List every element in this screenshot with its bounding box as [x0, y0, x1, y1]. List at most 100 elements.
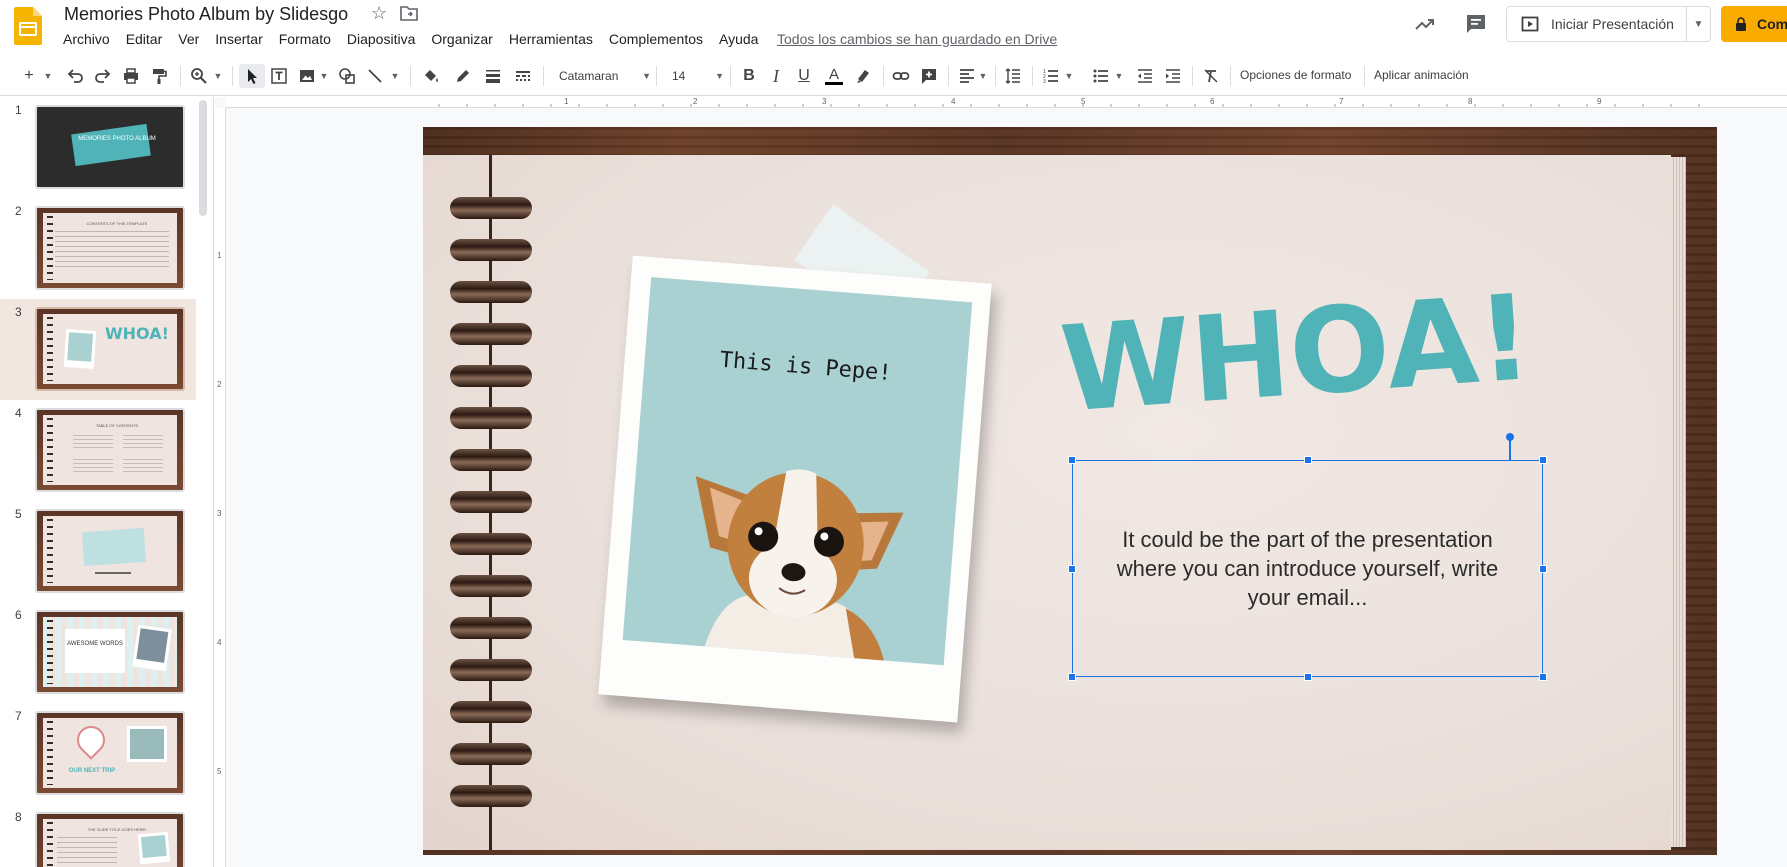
- slide-number: 4: [15, 406, 22, 420]
- new-slide-dropdown-icon[interactable]: ▼: [42, 64, 54, 88]
- bulleted-list-icon[interactable]: [1090, 64, 1112, 88]
- star-icon[interactable]: ☆: [371, 3, 387, 24]
- ruler-label: 1: [217, 251, 222, 260]
- slide-thumbnail-2[interactable]: 2 CONTENTS OF THIS TEMPLATE: [0, 198, 196, 299]
- line-icon[interactable]: [364, 64, 386, 88]
- slide-thumbnail-4[interactable]: 4 TABLE OF CONTENTS: [0, 400, 196, 501]
- clear-formatting-icon[interactable]: [1200, 64, 1222, 88]
- resize-handle-ne[interactable]: [1539, 456, 1547, 464]
- slide-thumbnail-3[interactable]: 3 WHOA!: [0, 299, 196, 400]
- activity-trend-icon[interactable]: [1413, 12, 1437, 36]
- resize-handle-e[interactable]: [1539, 565, 1547, 573]
- line-dropdown-icon[interactable]: ▼: [390, 64, 400, 88]
- numbered-list-icon[interactable]: 123: [1040, 64, 1062, 88]
- present-icon: [1521, 16, 1539, 32]
- underline-icon[interactable]: U: [793, 64, 815, 88]
- paint-format-icon[interactable]: [148, 64, 170, 88]
- slide-thumbnail-7[interactable]: 7 OUR NEXT TRIP: [0, 703, 196, 804]
- border-weight-icon[interactable]: [482, 64, 504, 88]
- italic-icon[interactable]: I: [765, 64, 787, 88]
- move-to-folder-icon[interactable]: [400, 5, 418, 21]
- border-dash-icon[interactable]: [512, 64, 534, 88]
- align-dropdown-icon[interactable]: ▼: [978, 64, 988, 88]
- document-title[interactable]: Memories Photo Album by Slidesgo: [64, 4, 348, 25]
- slide-thumbnail-1[interactable]: 1 MEMORIES PHOTO ALBUM: [0, 97, 196, 198]
- photo-image: This is Pepe!: [622, 277, 973, 666]
- redo-icon[interactable]: [92, 64, 114, 88]
- toolbar-separator: [1364, 66, 1365, 86]
- border-color-icon[interactable]: [452, 64, 474, 88]
- add-comment-icon[interactable]: [918, 64, 940, 88]
- body-text[interactable]: It could be the part of the presentation…: [1073, 525, 1542, 612]
- menu-formato[interactable]: Formato: [271, 30, 339, 50]
- text-box-icon[interactable]: [268, 64, 290, 88]
- shape-icon[interactable]: [336, 64, 358, 88]
- slide-preview-text: MEMORIES PHOTO ALBUM: [78, 136, 156, 142]
- highlight-color-icon[interactable]: [852, 64, 874, 88]
- slides-logo-icon[interactable]: [14, 7, 42, 45]
- bold-icon[interactable]: B: [738, 64, 760, 88]
- spiral-binding: [450, 197, 532, 817]
- body-text-box[interactable]: It could be the part of the presentation…: [1068, 456, 1547, 681]
- menu-ver[interactable]: Ver: [170, 30, 207, 50]
- slide-thumbnail-8[interactable]: 8 THE SLIDE TITLE GOES HERE!: [0, 804, 196, 867]
- menu-insertar[interactable]: Insertar: [207, 30, 270, 50]
- resize-handle-se[interactable]: [1539, 673, 1547, 681]
- slide-number: 3: [15, 305, 22, 319]
- menu-editar[interactable]: Editar: [118, 30, 171, 50]
- new-slide-icon[interactable]: +: [18, 64, 40, 88]
- spiral-coil: [450, 785, 532, 807]
- slide-thumbnail-6[interactable]: 6 AWESOME WORDS: [0, 602, 196, 703]
- share-button[interactable]: Comp: [1721, 6, 1787, 42]
- bulleted-list-dropdown-icon[interactable]: ▼: [1114, 64, 1124, 88]
- fill-color-icon[interactable]: [420, 64, 442, 88]
- font-family-select[interactable]: Catamaran ▼: [551, 64, 651, 88]
- print-icon[interactable]: [120, 64, 142, 88]
- font-size-select[interactable]: 14 ▼: [662, 64, 724, 88]
- horizontal-ruler[interactable]: 1 2 3 4 5 6 7 8 9: [226, 97, 1787, 108]
- decrease-indent-icon[interactable]: [1134, 64, 1156, 88]
- slide-canvas[interactable]: This is Pepe! WHOA! It could be the part…: [423, 127, 1717, 855]
- format-options-button[interactable]: Opciones de formato: [1240, 68, 1351, 82]
- undo-icon[interactable]: [64, 64, 86, 88]
- apply-animation-button[interactable]: Aplicar animación: [1374, 68, 1469, 82]
- slide-thumbnail-5[interactable]: 5: [0, 501, 196, 602]
- menu-herramientas[interactable]: Herramientas: [501, 30, 601, 50]
- menu-organizar[interactable]: Organizar: [423, 30, 500, 50]
- zoom-dropdown-icon[interactable]: ▼: [212, 64, 224, 88]
- slide-title[interactable]: WHOA!: [1055, 277, 1575, 427]
- menu-archivo[interactable]: Archivo: [55, 30, 118, 50]
- insert-link-icon[interactable]: [890, 64, 912, 88]
- select-tool-icon[interactable]: [239, 64, 265, 88]
- rotate-handle[interactable]: [1506, 433, 1514, 441]
- line-spacing-icon[interactable]: [1002, 64, 1024, 88]
- numbered-list-dropdown-icon[interactable]: ▼: [1064, 64, 1074, 88]
- resize-handle-n[interactable]: [1304, 456, 1312, 464]
- menu-diapositiva[interactable]: Diapositiva: [339, 30, 423, 50]
- increase-indent-icon[interactable]: [1162, 64, 1184, 88]
- text-color-icon[interactable]: A: [822, 64, 846, 88]
- present-dropdown-arrow-icon[interactable]: ▼: [1686, 7, 1710, 41]
- align-icon[interactable]: [956, 64, 978, 88]
- menu-ayuda[interactable]: Ayuda: [711, 30, 766, 50]
- resize-handle-sw[interactable]: [1068, 673, 1076, 681]
- slide-number: 1: [15, 103, 22, 117]
- insert-image-icon[interactable]: [296, 64, 318, 88]
- toolbar-separator: [543, 66, 544, 86]
- resize-handle-w[interactable]: [1068, 565, 1076, 573]
- slide-preview: [35, 509, 185, 593]
- menu-bar: Archivo Editar Ver Insertar Formato Diap…: [55, 30, 766, 50]
- resize-handle-s[interactable]: [1304, 673, 1312, 681]
- filmstrip-scrollbar[interactable]: [199, 100, 207, 216]
- polaroid-photo[interactable]: This is Pepe!: [598, 255, 992, 723]
- comments-icon[interactable]: [1464, 12, 1488, 36]
- menu-complementos[interactable]: Complementos: [601, 30, 711, 50]
- present-button[interactable]: Iniciar Presentación ▼: [1506, 6, 1711, 42]
- image-dropdown-icon[interactable]: ▼: [319, 64, 329, 88]
- resize-handle-nw[interactable]: [1068, 456, 1076, 464]
- spiral-coil: [450, 743, 532, 765]
- vertical-ruler[interactable]: 1 2 3 4 5: [215, 108, 226, 867]
- zoom-icon[interactable]: [188, 64, 210, 88]
- save-status-link[interactable]: Todos los cambios se han guardado en Dri…: [777, 31, 1057, 47]
- ruler-label: 1: [564, 97, 569, 106]
